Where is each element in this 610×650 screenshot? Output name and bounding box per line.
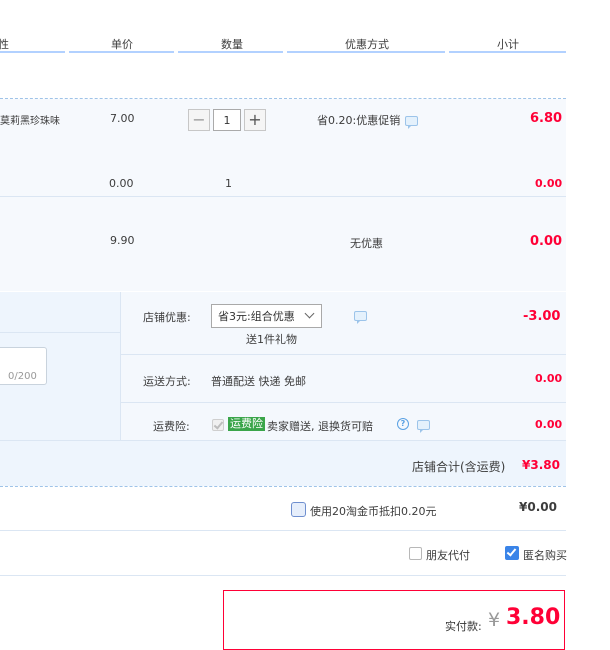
header-attr: 性 (0, 38, 9, 51)
divider (0, 196, 566, 197)
header-divider (0, 51, 65, 53)
header-price: 单价 (111, 38, 133, 51)
divider (121, 354, 566, 355)
insurance-text: 卖家赠送, 退换货可赔 (267, 420, 373, 433)
table-header: 性 单价 数量 优惠方式 小计 (0, 0, 610, 53)
header-divider (178, 51, 283, 53)
item-subtotal: 0.00 (535, 177, 563, 190)
shop-discount-label: 店铺优惠: (143, 311, 191, 324)
items-band (0, 99, 566, 291)
divider (0, 98, 566, 99)
chat-icon[interactable] (405, 116, 418, 129)
shop-discount-value: 省3元:组合优惠 (218, 310, 295, 323)
item-discount: 省0.20:优惠促销 (317, 114, 401, 127)
item-price: 9.90 (110, 234, 135, 247)
divider (0, 332, 120, 333)
gift-text: 送1件礼物 (246, 333, 297, 346)
divider (0, 486, 566, 487)
friend-pay-label: 朋友代付 (426, 549, 470, 562)
divider (0, 575, 566, 576)
item-price: 7.00 (110, 112, 135, 125)
header-divider (449, 51, 566, 53)
payment-label: 实付款: (445, 620, 482, 633)
minus-button[interactable]: − (188, 109, 210, 131)
insurance-badge: 运费险 (228, 417, 265, 431)
shop-total-amount: ¥3.80 (522, 458, 560, 472)
header-subtotal: 小计 (497, 38, 519, 51)
header-divider (69, 51, 174, 53)
quantity-input[interactable]: 1 (213, 109, 241, 131)
item-subtotal: 0.00 (530, 234, 563, 249)
coins-amount: ¥0.00 (519, 500, 557, 514)
shipping-label: 运送方式: (143, 375, 191, 388)
coins-checkbox[interactable] (291, 502, 306, 517)
divider (0, 440, 566, 441)
divider (0, 530, 566, 531)
shop-discount-amount: -3.00 (523, 309, 561, 324)
insurance-amount: 0.00 (535, 418, 563, 431)
item-name[interactable]: 莫莉黑珍珠味 (0, 112, 60, 127)
chevron-down-icon (304, 308, 315, 319)
chat-icon[interactable] (417, 420, 430, 433)
coins-label: 使用20淘金币抵扣0.20元 (310, 505, 437, 518)
friend-pay-checkbox[interactable] (409, 547, 422, 560)
plus-icon: + (248, 110, 262, 129)
header-qty: 数量 (221, 38, 243, 51)
insurance-label: 运费险: (153, 420, 190, 433)
item-discount: 无优惠 (350, 237, 383, 250)
shipping-value: 普通配送 快递 免邮 (211, 375, 306, 388)
payment-amount: 3.80 (506, 605, 561, 630)
anonymous-label: 匿名购买 (523, 549, 567, 562)
help-icon[interactable]: ? (397, 418, 409, 430)
item-quantity: 1 (225, 177, 232, 190)
payment-summary: 实付款: ¥ 3.80 (223, 590, 565, 650)
divider (120, 292, 121, 440)
currency-symbol: ¥ (488, 609, 501, 631)
item-price: 0.00 (109, 177, 134, 190)
shop-total-label: 店铺合计(含运费) (412, 460, 506, 474)
anonymous-checkbox[interactable] (505, 546, 519, 560)
item-subtotal: 6.80 (530, 111, 563, 126)
header-divider (287, 51, 445, 53)
minus-icon: − (192, 110, 206, 129)
chat-icon[interactable] (353, 311, 367, 324)
shipping-amount: 0.00 (535, 372, 563, 385)
quantity-stepper: − 1 + (188, 109, 266, 131)
insurance-checkbox[interactable] (212, 419, 224, 431)
message-counter: 0/200 (8, 371, 37, 382)
shop-discount-select[interactable]: 省3元:组合优惠 (211, 304, 322, 328)
divider (121, 402, 566, 403)
plus-button[interactable]: + (244, 109, 266, 131)
header-discount: 优惠方式 (345, 38, 389, 51)
